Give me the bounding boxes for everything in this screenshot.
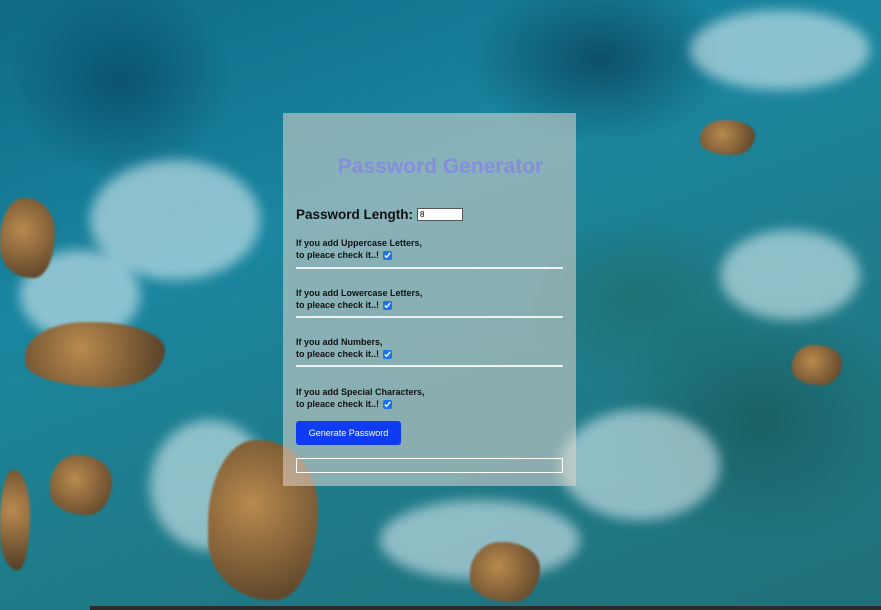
lowercase-checkbox[interactable] <box>383 300 393 310</box>
special-characters-option-text: If you add Special Characters, <box>296 387 425 397</box>
special-characters-option: If you add Special Characters, to pleace… <box>296 386 563 410</box>
special-characters-option-hint: to pleace check it..! <box>296 399 380 409</box>
password-length-row: Password Length: <box>296 207 464 222</box>
password-length-label: Password Length: <box>296 207 414 222</box>
numbers-option-text: If you add Numbers, <box>296 337 383 347</box>
numbers-checkbox[interactable] <box>383 349 393 359</box>
uppercase-checkbox[interactable] <box>383 250 393 260</box>
generate-password-button[interactable]: Generate Password <box>296 421 401 445</box>
password-output-field[interactable] <box>296 458 563 473</box>
special-characters-checkbox[interactable] <box>383 399 393 409</box>
lowercase-option-text: If you add Lowercase Letters, <box>296 288 423 298</box>
password-length-input[interactable] <box>417 208 464 221</box>
divider <box>296 267 563 269</box>
numbers-option-hint: to pleace check it..! <box>296 349 380 359</box>
uppercase-option-text: If you add Uppercase Letters, <box>296 238 423 248</box>
divider <box>296 365 563 367</box>
lowercase-option-hint: to pleace check it..! <box>296 300 380 310</box>
uppercase-option-hint: to pleace check it..! <box>296 250 380 260</box>
divider <box>296 316 563 318</box>
lowercase-option: If you add Lowercase Letters, to pleace … <box>296 287 563 311</box>
generator-card: Password Length: If you add Uppercase Le… <box>283 113 576 486</box>
uppercase-option: If you add Uppercase Letters, to pleace … <box>296 237 563 261</box>
numbers-option: If you add Numbers, to pleace check it..… <box>296 336 563 360</box>
